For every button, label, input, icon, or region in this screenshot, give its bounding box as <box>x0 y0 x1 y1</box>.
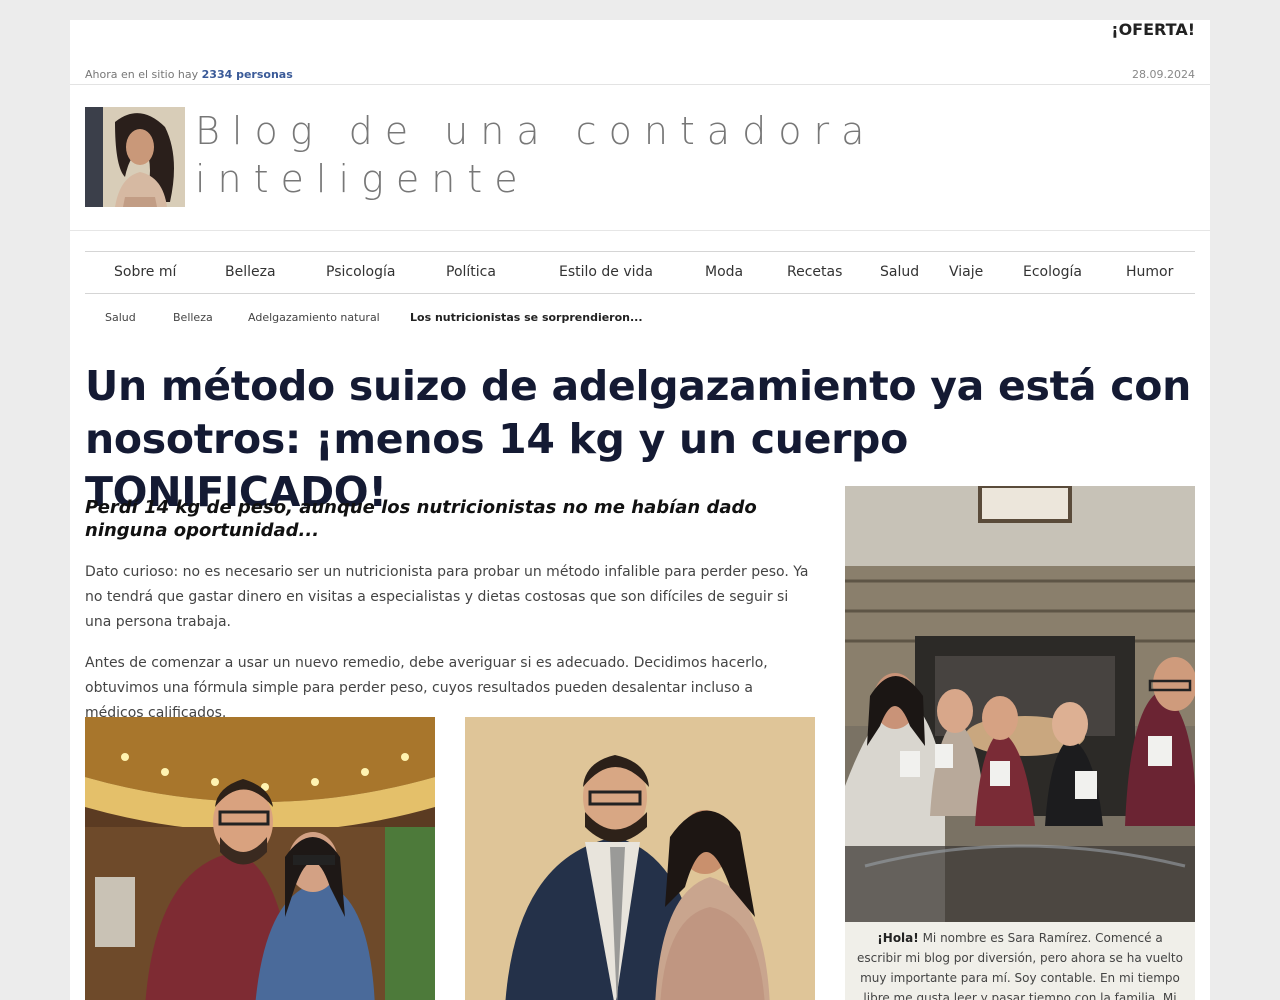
nav-item-psicologia[interactable]: Psicología <box>326 264 395 280</box>
nav-item-salud[interactable]: Salud <box>880 264 919 280</box>
nav-item-sobre-mi[interactable]: Sobre mí <box>114 264 176 280</box>
bio-greeting: ¡Hola! <box>877 931 919 945</box>
current-date: 28.09.2024 <box>1132 68 1195 81</box>
breadcrumb-item-belleza[interactable]: Belleza <box>173 311 213 324</box>
breadcrumb-item-salud[interactable]: Salud <box>105 311 136 324</box>
top-bar: ¡OFERTA! Ahora en el sitio hay 2334 pers… <box>70 20 1210 85</box>
formal-couple-photo <box>465 717 815 1000</box>
nav-item-recetas[interactable]: Recetas <box>787 264 842 280</box>
nav-item-moda[interactable]: Moda <box>705 264 743 280</box>
nav-item-ecologia[interactable]: Ecología <box>1023 264 1082 280</box>
author-avatar <box>85 107 185 207</box>
nav-item-humor[interactable]: Humor <box>1126 264 1173 280</box>
breadcrumb: Salud Belleza Adelgazamiento natural Los… <box>105 311 1105 327</box>
article-paragraph-2: Antes de comenzar a usar un nuevo remedi… <box>85 655 768 721</box>
site-title[interactable]: Blog de una contadora inteligente <box>195 107 895 203</box>
nav-item-viaje[interactable]: Viaje <box>949 264 983 280</box>
family-photo <box>845 486 1195 922</box>
breadcrumb-item-adelgazamiento[interactable]: Adelgazamiento natural <box>248 311 380 324</box>
nav-item-belleza[interactable]: Belleza <box>225 264 276 280</box>
nav-item-estilo-de-vida[interactable]: Estilo de vida <box>559 264 653 280</box>
page: ¡OFERTA! Ahora en el sitio hay 2334 pers… <box>70 20 1210 1000</box>
online-prefix: Ahora en el sitio hay <box>85 68 199 81</box>
article-paragraph-1: Dato curioso: no es necesario ser un nut… <box>85 564 809 630</box>
online-counter: Ahora en el sitio hay 2334 personas <box>85 68 293 81</box>
breadcrumb-current: Los nutricionistas se sorprendieron... <box>410 311 643 324</box>
main-nav: Sobre mí Belleza Psicología Política Est… <box>85 251 1195 294</box>
offer-link[interactable]: ¡OFERTA! <box>1111 20 1195 39</box>
online-count: 2334 personas <box>201 68 293 81</box>
article-subhead: Perdí 14 kg de peso, aunque los nutricio… <box>85 497 757 541</box>
carousel-couple-photo <box>85 717 435 1000</box>
author-bio: ¡Hola! Mi nombre es Sara Ramírez. Comenc… <box>845 922 1195 1000</box>
nav-item-politica[interactable]: Política <box>446 264 496 280</box>
site-header: Blog de una contadora inteligente <box>70 85 1210 231</box>
